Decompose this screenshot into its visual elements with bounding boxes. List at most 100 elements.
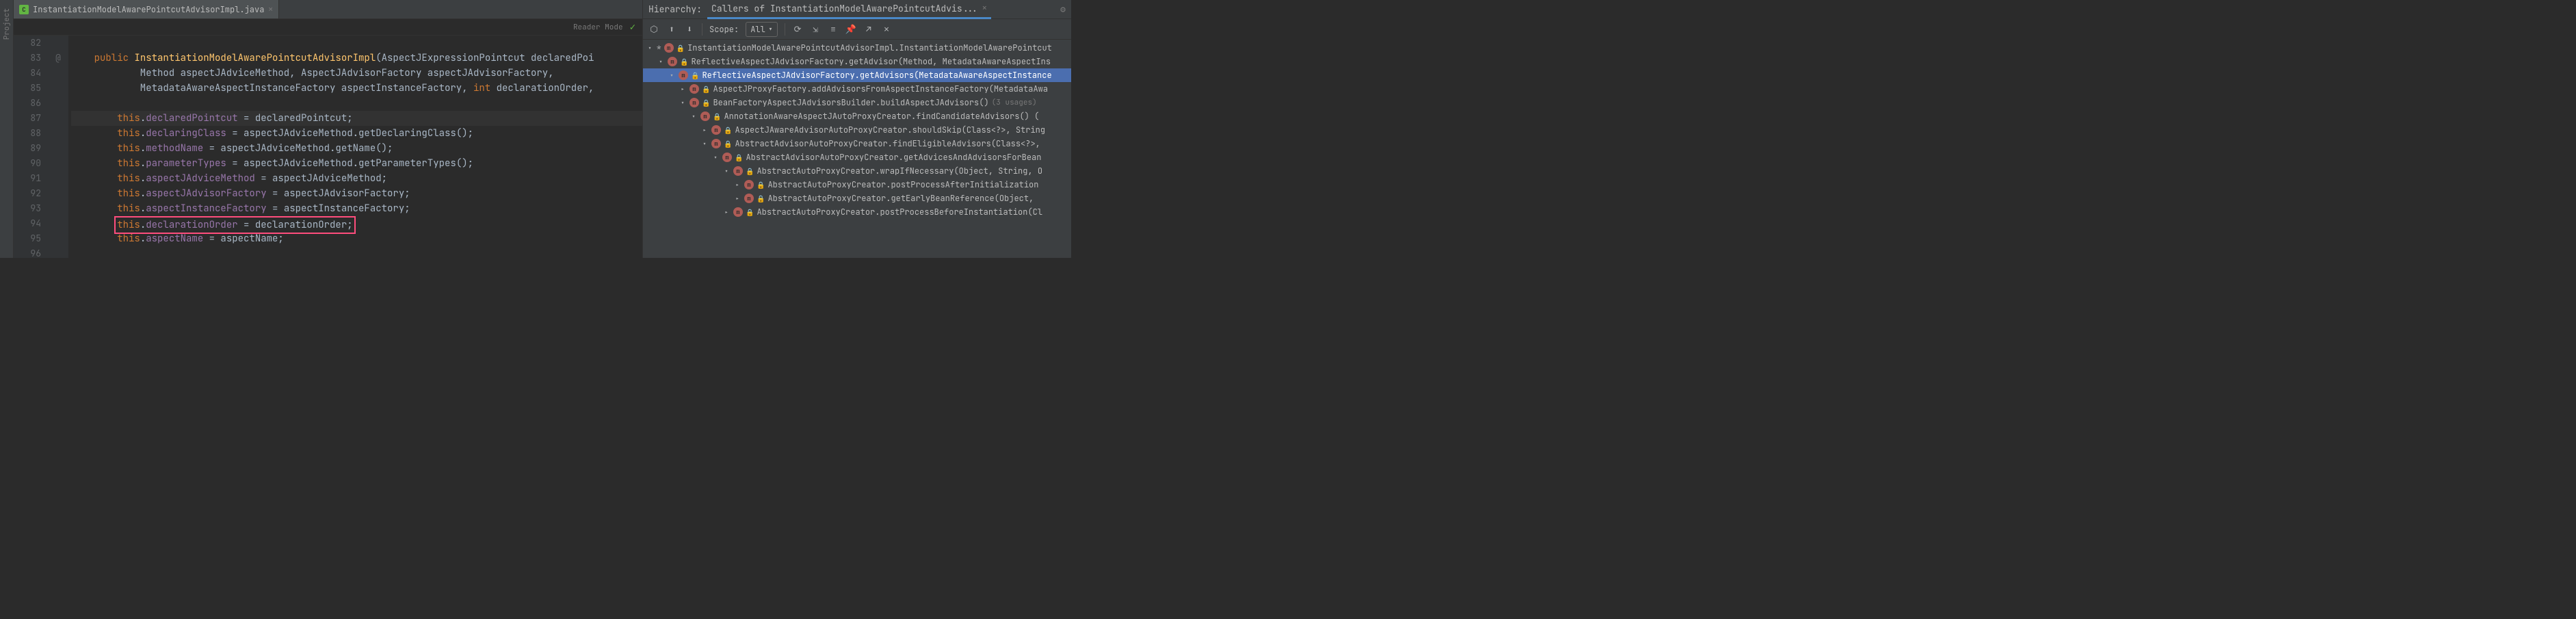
code-line: MetadataAwareAspectInstanceFactory aspec… (71, 81, 642, 96)
code-line (71, 96, 642, 111)
chevron-right-icon[interactable]: ▸ (679, 85, 687, 94)
line-number: 93 (14, 201, 41, 216)
lock-icon: 🔒 (757, 181, 765, 189)
code-line: this.methodName = aspectJAdviceMethod.ge… (71, 141, 642, 156)
supertypes-icon[interactable]: ⬆ (666, 24, 677, 35)
line-number: 92 (14, 186, 41, 201)
line-number: 82 (14, 36, 41, 51)
chevron-down-icon[interactable]: ▾ (722, 167, 731, 176)
method-icon: m (664, 43, 674, 53)
line-number: 90 (14, 156, 41, 171)
tree-node[interactable]: ▸ m 🔒 AbstractAutoProxyCreator.getEarlyB… (643, 192, 1071, 205)
tree-node[interactable]: ▾ m 🔒 AbstractAutoProxyCreator.wrapIfNec… (643, 164, 1071, 178)
code-area[interactable]: public InstantiationModelAwarePointcutAd… (68, 36, 642, 258)
annotation-icon: @ (48, 51, 68, 66)
chevron-down-icon[interactable]: ▾ (711, 153, 720, 162)
code-line-highlighted: this.declarationOrder = declarationOrder… (71, 216, 642, 231)
pin-icon[interactable]: 📌 (845, 24, 856, 35)
line-number: 95 (14, 231, 41, 246)
tree-node-label: AbstractAutoProxyCreator.getEarlyBeanRef… (767, 193, 1034, 204)
lock-icon: 🔒 (702, 85, 710, 94)
tree-node-label: AbstractAutoProxyCreator.postProcessBefo… (757, 207, 1042, 218)
tree-node[interactable]: ▾ m 🔒 AbstractAdvisorAutoProxyCreator.ge… (643, 150, 1071, 164)
chevron-down-icon[interactable]: ▾ (689, 112, 698, 121)
lock-icon: 🔒 (757, 194, 765, 203)
tree-node-label: AnnotationAwareAspectJAutoProxyCreator.f… (724, 111, 1039, 122)
hierarchy-toolbar: ⬡ ⬆ ⬇ Scope: All ▾ ⟳ ⇲ ≡ 📌 ↗ ✕ (643, 19, 1071, 40)
tree-node[interactable]: ▸ m 🔒 AbstractAutoProxyCreator.postProce… (643, 205, 1071, 219)
chevron-right-icon[interactable]: ▸ (733, 194, 741, 203)
chevron-down-icon[interactable]: ▾ (657, 57, 665, 66)
code-line: this.aspectInstanceFactory = aspectInsta… (71, 201, 642, 216)
lock-icon: 🔒 (746, 208, 754, 217)
line-number: 88 (14, 126, 41, 141)
close-icon[interactable]: ✕ (982, 3, 987, 13)
lock-icon: 🔒 (713, 112, 721, 121)
tree-node[interactable]: ▸ m 🔒 AspectJProxyFactory.addAdvisorsFro… (643, 82, 1071, 96)
hierarchy-pane: Hierarchy: Callers of InstantiationModel… (643, 0, 1071, 258)
reader-mode-label[interactable]: Reader Mode (573, 23, 623, 32)
class-hierarchy-icon[interactable]: ⬡ (648, 24, 659, 35)
method-icon: m (700, 111, 710, 121)
line-number: 89 (14, 141, 41, 156)
chevron-down-icon[interactable]: ▾ (668, 71, 676, 80)
chevron-down-icon[interactable]: ▾ (646, 44, 654, 53)
line-number: 87 (14, 111, 41, 126)
method-icon: m (689, 98, 699, 107)
chevron-right-icon[interactable]: ▸ (733, 181, 741, 189)
file-tab-label: InstantiationModelAwarePointcutAdvisorIm… (33, 4, 264, 15)
autoscroll-icon[interactable]: ⇲ (810, 24, 821, 35)
expand-all-icon[interactable]: ≡ (828, 24, 839, 35)
tree-node-label: AspectJProxyFactory.addAdvisorsFromAspec… (713, 83, 1048, 94)
star-icon: * (657, 43, 661, 53)
lock-icon: 🔒 (680, 57, 688, 66)
tree-node[interactable]: ▾ * m 🔒 InstantiationModelAwarePointcutA… (643, 41, 1071, 55)
editor-pane: C InstantiationModelAwarePointcutAdvisor… (14, 0, 643, 258)
chevron-down-icon[interactable]: ▾ (700, 140, 709, 148)
tree-node[interactable]: ▾ m 🔒 AnnotationAwareAspectJAutoProxyCre… (643, 109, 1071, 123)
hierarchy-header: Hierarchy: Callers of InstantiationModel… (643, 0, 1071, 19)
line-number: 85 (14, 81, 41, 96)
tree-node[interactable]: ▸ m 🔒 AspectJAwareAdvisorAutoProxyCreato… (643, 123, 1071, 137)
method-icon: m (744, 194, 754, 203)
line-number: 83 (14, 51, 41, 66)
tree-node[interactable]: ▾ m 🔒 AbstractAdvisorAutoProxyCreator.fi… (643, 137, 1071, 150)
left-sidebar: Project (0, 0, 14, 258)
close-icon[interactable]: ✕ (268, 5, 273, 14)
code-line: this.declaringClass = aspectJAdviceMetho… (71, 126, 642, 141)
refresh-icon[interactable]: ⟳ (792, 24, 803, 35)
tree-node-label: AbstractAdvisorAutoProxyCreator.findElig… (735, 138, 1040, 149)
usages-count: (3 usages) (992, 98, 1037, 107)
tree-node[interactable]: ▸ m 🔒 AbstractAutoProxyCreator.postProce… (643, 178, 1071, 192)
lock-icon: 🔒 (746, 167, 754, 176)
tree-node-label: ReflectiveAspectJAdvisorFactory.getAdvis… (702, 70, 1051, 81)
line-number: 96 (14, 246, 41, 258)
method-icon: m (711, 139, 721, 148)
gear-icon[interactable]: ⚙ (1060, 3, 1066, 15)
code-line (71, 246, 642, 258)
file-tab[interactable]: C InstantiationModelAwarePointcutAdvisor… (14, 0, 279, 18)
hierarchy-tab-label: Callers of InstantiationModelAwarePointc… (711, 3, 978, 14)
tree-node-label: BeanFactoryAspectJAdvisorsBuilder.buildA… (713, 97, 988, 108)
check-icon[interactable]: ✓ (630, 21, 635, 34)
tree-node[interactable]: ▾ m 🔒 ReflectiveAspectJAdvisorFactory.ge… (643, 55, 1071, 68)
code-line: this.aspectJAdvisorFactory = aspectJAdvi… (71, 186, 642, 201)
chevron-down-icon[interactable]: ▾ (679, 98, 687, 107)
scope-select[interactable]: All ▾ (746, 22, 778, 37)
hierarchy-tab[interactable]: Callers of InstantiationModelAwarePointc… (707, 0, 991, 19)
close-icon[interactable]: ✕ (881, 24, 892, 35)
tree-node-label: AspectJAwareAdvisorAutoProxyCreator.shou… (735, 124, 1045, 135)
editor-body: 82 83 84 85 86 87 88 89 90 91 92 93 94 9… (14, 36, 642, 258)
lock-icon: 🔒 (702, 98, 710, 107)
tree-node-selected[interactable]: ▾ m 🔒 ReflectiveAspectJAdvisorFactory.ge… (643, 68, 1071, 82)
chevron-right-icon[interactable]: ▸ (722, 208, 731, 217)
tree-node[interactable]: ▾ m 🔒 BeanFactoryAspectJAdvisorsBuilder.… (643, 96, 1071, 109)
subtypes-icon[interactable]: ⬇ (684, 24, 695, 35)
export-icon[interactable]: ↗ (863, 24, 874, 35)
line-number: 84 (14, 66, 41, 81)
code-line: this.aspectJAdviceMethod = aspectJAdvice… (71, 171, 642, 186)
sidebar-tab-project[interactable]: Project (1, 3, 13, 45)
code-line: this.aspectName = aspectName; (71, 231, 642, 246)
chevron-right-icon[interactable]: ▸ (700, 126, 709, 135)
code-line: this.declaredPointcut = declaredPointcut… (71, 111, 642, 126)
